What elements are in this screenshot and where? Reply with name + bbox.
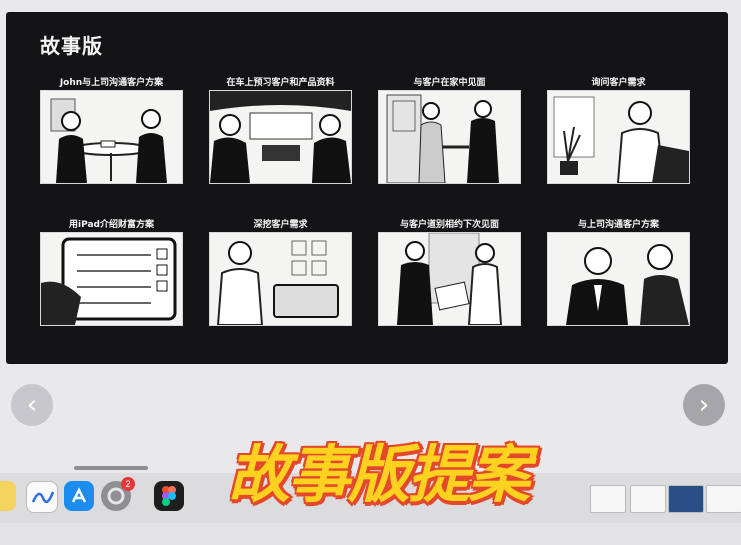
panel-caption: 在车上预习客户和产品资料 — [226, 78, 335, 88]
previous-slide-button[interactable]: ‹ — [11, 384, 53, 426]
panel-caption: 与上司沟通客户方案 — [577, 220, 659, 230]
panel-illustration — [40, 232, 183, 326]
bottom-strip — [0, 523, 741, 545]
panel-illustration — [209, 90, 352, 184]
panel-4[interactable]: 询问客户需求 — [547, 76, 690, 184]
panel-illustration — [547, 232, 690, 326]
panel-caption: 与客户道别相约下次见面 — [399, 220, 499, 230]
freeform-app-icon[interactable] — [26, 481, 58, 513]
chevron-left-icon: ‹ — [26, 390, 38, 420]
panel-illustration — [40, 90, 183, 184]
storyboard-slide: 故事版 John与上司沟通客户方案 在车上预习客户和产品资料 与客户在家中见面 … — [6, 12, 728, 364]
app-store-icon[interactable] — [64, 481, 94, 511]
panel-caption: 用iPad介绍财富方案 — [69, 220, 154, 230]
slide-title: 故事版 — [40, 34, 103, 58]
notification-badge: 2 — [121, 477, 135, 491]
panel-illustration — [547, 90, 690, 184]
dock-drag-handle[interactable] — [74, 466, 148, 470]
recent-window-thumbnail[interactable] — [590, 485, 626, 513]
panel-illustration — [378, 232, 521, 326]
recent-window-thumbnail[interactable] — [706, 485, 741, 513]
panel-6[interactable]: 深挖客户需求 — [209, 218, 352, 326]
notes-app-icon[interactable] — [0, 481, 16, 511]
panel-1[interactable]: John与上司沟通客户方案 — [40, 76, 183, 184]
panel-caption: 询问客户需求 — [591, 78, 646, 88]
chevron-right-icon: › — [698, 390, 710, 420]
panel-caption: 深挖客户需求 — [253, 220, 308, 230]
recent-window-thumbnail[interactable] — [668, 485, 704, 513]
panel-8[interactable]: 与上司沟通客户方案 — [547, 218, 690, 326]
panel-caption: John与上司沟通客户方案 — [59, 78, 164, 88]
video-caption-overlay: 故事版提案 — [227, 438, 530, 511]
panel-illustration — [209, 232, 352, 326]
panel-illustration — [378, 90, 521, 184]
next-slide-button[interactable]: › — [683, 384, 725, 426]
panel-2[interactable]: 在车上预习客户和产品资料 — [209, 76, 352, 184]
panel-caption: 与客户在家中见面 — [413, 78, 486, 88]
panel-3[interactable]: 与客户在家中见面 — [378, 76, 521, 184]
panel-5[interactable]: 用iPad介绍财富方案 — [40, 218, 183, 326]
panel-7[interactable]: 与客户道别相约下次见面 — [378, 218, 521, 326]
recent-window-thumbnail[interactable] — [630, 485, 666, 513]
